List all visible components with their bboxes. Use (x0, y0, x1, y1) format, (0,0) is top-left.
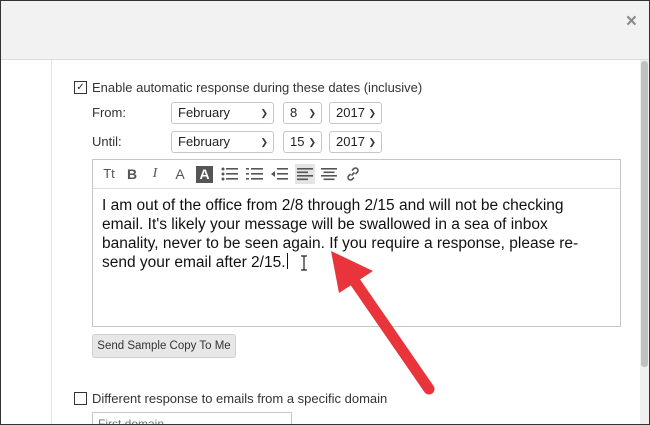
chevron-down-icon: ❯ (308, 137, 316, 147)
outdent-icon[interactable] (270, 164, 290, 184)
until-month-value: February (178, 134, 231, 149)
chevron-down-icon: ❯ (308, 108, 316, 118)
from-day-value: 8 (290, 105, 298, 120)
editor-toolbar: Tt B I A A (93, 160, 620, 189)
until-day-select[interactable]: 15 ❯ (283, 131, 322, 153)
scrollbar-thumb[interactable] (641, 61, 648, 367)
from-year-select[interactable]: 2017 ❯ (329, 102, 382, 124)
until-label: Until: (92, 134, 122, 149)
editor-line: I am out of the office from 2/8 through … (102, 197, 564, 214)
annotation-arrow (331, 251, 435, 395)
bullet-list-icon[interactable] (220, 164, 240, 184)
from-label: From: (92, 105, 126, 120)
editor-line: email. It's likely your message will be … (102, 216, 548, 233)
dialog-window: × ✓ Enable automatic response during the… (0, 0, 650, 425)
send-sample-copy-button[interactable]: Send Sample Copy To Me (92, 334, 236, 358)
dialog-header: × (1, 1, 649, 60)
until-year-value: 2017 (336, 134, 365, 149)
from-day-select[interactable]: 8 ❯ (283, 102, 322, 124)
text-caret (286, 253, 288, 269)
from-year-value: 2017 (336, 105, 365, 120)
chevron-down-icon: ❯ (260, 137, 268, 147)
link-icon[interactable] (343, 164, 363, 184)
domain-response-checkbox[interactable] (74, 392, 87, 405)
highlight-icon[interactable]: A (196, 166, 213, 183)
text-cursor-icon (301, 255, 307, 271)
close-icon[interactable]: × (626, 11, 637, 33)
italic-icon[interactable]: I (146, 164, 164, 184)
numbered-list-icon[interactable] (245, 164, 265, 184)
align-left-icon[interactable] (295, 164, 315, 184)
align-center-icon[interactable] (319, 164, 339, 184)
from-month-select[interactable]: February ❯ (171, 102, 274, 124)
from-month-value: February (178, 105, 231, 120)
chevron-down-icon: ❯ (368, 137, 376, 147)
enable-auto-response-checkbox[interactable]: ✓ (74, 81, 87, 94)
enable-auto-response-label: Enable automatic response during these d… (92, 80, 423, 95)
bold-icon[interactable]: B (123, 164, 141, 184)
until-day-value: 15 (290, 134, 305, 149)
editor-line-text: send your email after 2/15. (102, 254, 286, 271)
chevron-down-icon: ❯ (368, 108, 376, 118)
text-size-icon[interactable]: Tt (98, 164, 120, 184)
first-domain-input[interactable] (92, 412, 292, 424)
until-month-select[interactable]: February ❯ (171, 131, 274, 153)
until-year-select[interactable]: 2017 ❯ (329, 131, 382, 153)
chevron-down-icon: ❯ (260, 108, 268, 118)
font-color-icon[interactable]: A (171, 164, 189, 184)
